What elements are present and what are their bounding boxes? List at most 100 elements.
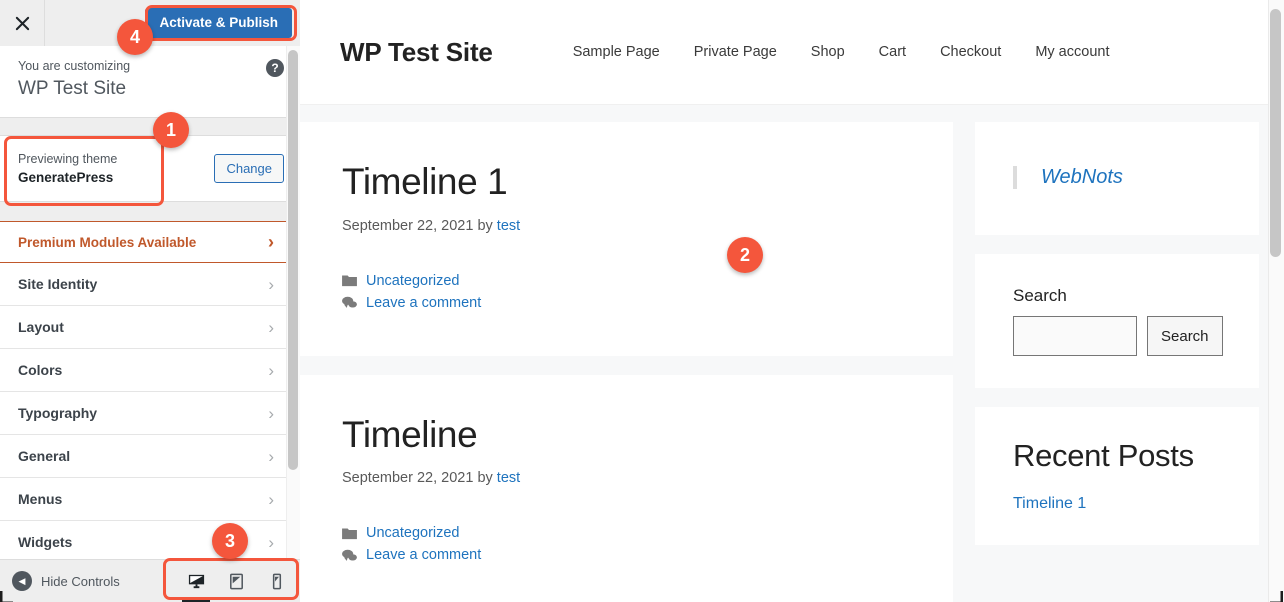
sidebar-item-label: Premium Modules Available (18, 235, 268, 250)
customizer-panel: Activate & Publish You are customizing W… (0, 0, 300, 602)
post-category-link[interactable]: Uncategorized (366, 522, 460, 544)
cursor-corner-mark (0, 590, 14, 602)
post-card: Timeline September 22, 2021 by test Unca… (300, 375, 953, 602)
sidebar-item-label: Site Identity (18, 276, 268, 292)
hide-controls-button[interactable]: ◀ Hide Controls (12, 571, 120, 591)
site-title: WP Test Site (340, 37, 493, 68)
sidebar-item-label: Menus (18, 491, 268, 507)
chevron-right-icon: › (268, 319, 274, 336)
sidebar-item-label: Colors (18, 362, 268, 378)
folder-icon (342, 526, 357, 540)
chevron-right-icon: › (268, 276, 274, 293)
post-author-link[interactable]: test (497, 470, 520, 486)
hide-controls-label: Hide Controls (41, 574, 120, 589)
comments-icon (342, 296, 357, 310)
widget-recent-posts: Recent Posts Timeline 1 (975, 407, 1259, 545)
device-tablet-button[interactable] (216, 560, 256, 602)
site-navigation: Sample Page Private Page Shop Cart Check… (573, 44, 1110, 60)
previewing-theme-text: Previewing theme GeneratePress (18, 151, 214, 187)
help-icon[interactable]: ? (266, 59, 284, 77)
sidebar-item-label: Typography (18, 405, 268, 421)
nav-link-cart[interactable]: Cart (879, 44, 906, 60)
post-card: Timeline 1 September 22, 2021 by test Un… (300, 122, 953, 356)
post-category-row: Uncategorized (342, 270, 911, 292)
nav-link-my-account[interactable]: My account (1035, 44, 1109, 60)
sidebar-item-label: General (18, 448, 268, 464)
customizer-panel-list: Premium Modules Available › Site Identit… (0, 221, 286, 559)
widget-quote: WebNots (975, 122, 1259, 235)
previewing-theme-row: Previewing theme GeneratePress Change (0, 135, 300, 202)
site-header: WP Test Site Sample Page Private Page Sh… (300, 0, 1284, 105)
comments-icon (342, 548, 357, 562)
post-by-label: by (477, 218, 492, 234)
post-footer: Uncategorized Leave a comment (342, 270, 911, 314)
site-preview-frame: WP Test Site Sample Page Private Page Sh… (300, 0, 1284, 602)
panel-spacer-top (0, 119, 300, 135)
folder-icon (342, 274, 357, 288)
sidebar-item-typography[interactable]: Typography › (0, 392, 286, 435)
sidebar-item-general[interactable]: General › (0, 435, 286, 478)
annotation-badge-2: 2 (727, 237, 763, 273)
site-sidebar-widgets: WebNots Search Search Recent Posts Timel… (975, 122, 1259, 602)
nav-link-checkout[interactable]: Checkout (940, 44, 1001, 60)
search-input[interactable] (1013, 316, 1137, 356)
customizer-header: You are customizing WP Test Site ? (0, 46, 300, 118)
chevron-right-icon: › (268, 362, 274, 379)
post-comment-link[interactable]: Leave a comment (366, 292, 481, 314)
post-comment-row: Leave a comment (342, 292, 911, 314)
search-label: Search (1013, 286, 1221, 306)
recent-post-link[interactable]: Timeline 1 (1013, 495, 1086, 512)
post-title: Timeline 1 (342, 162, 911, 203)
post-category-link[interactable]: Uncategorized (366, 270, 460, 292)
quote-text: WebNots (1041, 166, 1123, 188)
annotation-badge-4: 4 (117, 19, 153, 55)
panel-spacer-mid (0, 203, 300, 221)
post-category-row: Uncategorized (342, 522, 911, 544)
recent-posts-title: Recent Posts (1013, 439, 1221, 473)
close-icon[interactable] (0, 0, 45, 46)
customizer-footer: ◀ Hide Controls (0, 559, 300, 602)
device-mobile-button[interactable] (256, 560, 296, 602)
preview-scrollbar-thumb[interactable] (1270, 9, 1281, 257)
you-are-customizing-label: You are customizing (18, 58, 284, 74)
annotation-badge-1: 1 (153, 112, 189, 148)
sidebar-item-premium-modules[interactable]: Premium Modules Available › (0, 221, 286, 263)
sidebar-scrollbar-thumb[interactable] (288, 50, 298, 470)
chevron-right-icon: › (268, 448, 274, 465)
sidebar-item-label: Layout (18, 319, 268, 335)
customizing-site-name: WP Test Site (18, 76, 284, 102)
chevron-right-icon: › (268, 491, 274, 508)
post-footer: Uncategorized Leave a comment (342, 522, 911, 566)
sidebar-item-colors[interactable]: Colors › (0, 349, 286, 392)
post-date: September 22, 2021 (342, 218, 473, 234)
sidebar-item-layout[interactable]: Layout › (0, 306, 286, 349)
post-title: Timeline (342, 415, 911, 456)
chevron-right-icon: › (268, 405, 274, 422)
change-theme-button[interactable]: Change (214, 154, 284, 183)
recent-posts-list: Timeline 1 (1013, 495, 1221, 513)
site-body: Timeline 1 September 22, 2021 by test Un… (300, 105, 1284, 602)
device-switcher (176, 560, 296, 602)
post-author-link[interactable]: test (497, 218, 520, 234)
publish-button-container: Activate & Publish (45, 8, 300, 38)
previewing-theme-name: GeneratePress (18, 168, 214, 187)
search-row: Search (1013, 316, 1221, 356)
search-submit-button[interactable]: Search (1147, 316, 1223, 356)
widget-search: Search Search (975, 254, 1259, 388)
post-date: September 22, 2021 (342, 470, 473, 486)
previewing-theme-label: Previewing theme (18, 151, 214, 168)
nav-link-shop[interactable]: Shop (811, 44, 845, 60)
activate-and-publish-button[interactable]: Activate & Publish (145, 8, 292, 38)
device-desktop-button[interactable] (176, 560, 216, 602)
post-comment-link[interactable]: Leave a comment (366, 544, 481, 566)
screen-root: Activate & Publish You are customizing W… (0, 0, 1284, 602)
chevron-right-icon: › (268, 233, 274, 251)
nav-link-sample-page[interactable]: Sample Page (573, 44, 660, 60)
sidebar-item-menus[interactable]: Menus › (0, 478, 286, 521)
post-by-label: by (477, 470, 492, 486)
chevron-right-icon: › (268, 534, 274, 551)
nav-link-private-page[interactable]: Private Page (694, 44, 777, 60)
cursor-corner-mark-right (1269, 590, 1283, 602)
sidebar-item-site-identity[interactable]: Site Identity › (0, 263, 286, 306)
annotation-badge-3: 3 (212, 523, 248, 559)
